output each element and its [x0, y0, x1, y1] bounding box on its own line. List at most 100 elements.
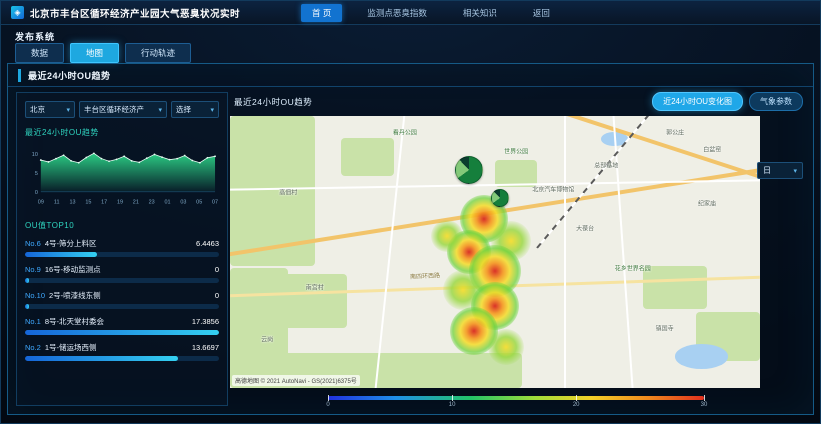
- top10-list: No.6 4号-筛分上料区 6.4463 No.916号-移动监测点0 No.102号-…: [25, 238, 219, 361]
- ou-value: 13.6697: [192, 343, 219, 352]
- time-unit-value: 日: [763, 165, 771, 176]
- app-logo-icon: ◈: [11, 6, 24, 19]
- rank-label: No.6: [25, 239, 41, 248]
- svg-text:11: 11: [54, 200, 60, 206]
- tab-0[interactable]: 数据: [15, 43, 64, 63]
- filter-value: 选择: [176, 104, 191, 115]
- value-bar: [25, 252, 219, 257]
- ou-value: 0: [215, 291, 219, 300]
- top10-row-4[interactable]: No.2 1号-储运场西侧 13.6697: [25, 342, 219, 361]
- filter-select-1[interactable]: 丰台区循环经济产▾: [79, 101, 167, 118]
- station-pie-marker[interactable]: [455, 156, 483, 184]
- map-place-label: 云岗: [261, 335, 273, 344]
- value-bar: [25, 330, 219, 335]
- filter-value: 北京: [30, 104, 45, 115]
- map-attribution: 高德地图 © 2021 AutoNavi - GS(2021)6375号: [232, 375, 360, 386]
- panel-header: 最近24小时OU趋势: [8, 64, 813, 87]
- map-place-label: 北京汽车博物馆: [532, 185, 574, 194]
- svg-text:5: 5: [35, 171, 38, 177]
- top10-title: OU值TOP10: [25, 220, 219, 231]
- tab-2[interactable]: 行动轨迹: [125, 43, 191, 63]
- map-button-0[interactable]: 近24小时OU变化图: [652, 92, 743, 111]
- rank-label: No.10: [25, 291, 45, 300]
- svg-text:10: 10: [32, 152, 38, 158]
- map-place-label: 看丹公园: [393, 128, 417, 137]
- chevron-down-icon: ▾: [210, 106, 214, 114]
- legend-tick-mark: [576, 395, 577, 401]
- time-unit-select[interactable]: 日 ▾: [757, 162, 803, 179]
- map-place-label: 高佃村: [279, 188, 297, 197]
- map-place-label: 南宫村: [306, 283, 324, 292]
- map-road: [564, 116, 566, 388]
- map-section-title: 最近24小时OU趋势: [234, 96, 312, 108]
- chevron-down-icon: ▾: [66, 106, 70, 114]
- ou-value: 6.4463: [196, 239, 219, 248]
- nav-item-2[interactable]: 相关知识: [452, 4, 508, 22]
- map-park-area: [341, 138, 394, 176]
- legend-tick-label: 20: [573, 402, 580, 408]
- value-bar: [25, 304, 219, 309]
- svg-text:15: 15: [85, 200, 91, 206]
- chevron-down-icon: ▾: [158, 106, 162, 114]
- value-bar: [25, 356, 219, 361]
- ou-value: 17.3856: [192, 317, 219, 326]
- svg-text:05: 05: [196, 200, 202, 206]
- map-canvas[interactable]: 看丹公园郭公庄世界公园白盆窑总部基地北京汽车博物馆纪家庙大葆台花乡世界名园镇国寺…: [230, 116, 760, 388]
- map-place-label: 总部基地: [594, 160, 618, 169]
- top10-row-2[interactable]: No.102号-喷漆线东侧0: [25, 290, 219, 309]
- map-place-label: 世界公园: [504, 147, 528, 156]
- left-panel: 北京▾丰台区循环经济产▾选择▾ 最近24小时OU趋势 1050091113151…: [16, 92, 228, 406]
- legend-tick-mark: [328, 395, 329, 401]
- chevron-down-icon: ▾: [793, 167, 797, 175]
- map-place-label: 大葆台: [576, 223, 594, 232]
- filter-select-0[interactable]: 北京 ▾: [25, 101, 75, 118]
- rank-label: No.1: [25, 317, 41, 326]
- map-road: [612, 116, 635, 388]
- legend-tick-mark: [452, 395, 453, 401]
- map-water-area: [675, 344, 728, 368]
- svg-text:21: 21: [133, 200, 139, 206]
- map-button-1[interactable]: 气象参数: [749, 92, 803, 111]
- top10-row-1[interactable]: No.916号-移动监测点0: [25, 264, 219, 283]
- rank-label: No.9: [25, 265, 41, 274]
- legend-tick-label: 30: [701, 402, 708, 408]
- svg-text:01: 01: [164, 200, 170, 206]
- station-pie-marker[interactable]: [491, 189, 509, 207]
- map-road-label: 南四环西路: [410, 270, 440, 281]
- ou-value: 0: [215, 265, 219, 274]
- station-name: 1号-储运场西侧: [45, 342, 188, 353]
- svg-text:13: 13: [69, 200, 75, 206]
- nav-item-0[interactable]: 首 页: [301, 4, 342, 22]
- rank-label: No.2: [25, 343, 41, 352]
- svg-text:17: 17: [101, 200, 107, 206]
- dashboard-root: ◈ 北京市丰台区循环经济产业园大气恶臭状况实时 首 页监测点恶臭指数相关知识返回…: [0, 0, 821, 424]
- map-buttons: 近24小时OU变化图气象参数: [652, 92, 803, 111]
- legend-gradient-bar: [328, 396, 704, 400]
- filter-select-2[interactable]: 选择 ▾: [171, 101, 219, 118]
- main-panel: 最近24小时OU趋势 北京▾丰台区循环经济产▾选择▾ 最近24小时OU趋势 10…: [7, 63, 814, 415]
- map-place-label: 郭公庄: [666, 128, 684, 137]
- top-bar: ◈ 北京市丰台区循环经济产业园大气恶臭状况实时 首 页监测点恶臭指数相关知识返回: [1, 1, 820, 25]
- legend-tick-label: 0: [326, 402, 329, 408]
- tab-1[interactable]: 地图: [70, 43, 119, 63]
- station-name: 8号-北天堂村委会: [45, 316, 188, 327]
- view-tabs: 数据地图行动轨迹: [15, 43, 191, 63]
- top10-row-3[interactable]: No.1 8号-北天堂村委会 17.3856: [25, 316, 219, 335]
- trend-chart-svg: 1050091113151719212301030507: [25, 141, 219, 211]
- legend-tick-mark: [704, 395, 705, 401]
- svg-text:03: 03: [180, 200, 186, 206]
- nav-item-3[interactable]: 返回: [522, 4, 561, 22]
- map-park-area: [643, 266, 707, 310]
- heatmap-blob: [431, 220, 463, 252]
- value-bar: [25, 278, 219, 283]
- svg-text:09: 09: [38, 200, 44, 206]
- station-name: 4号-筛分上料区: [45, 238, 192, 249]
- trend-chart-title: 最近24小时OU趋势: [25, 127, 219, 138]
- nav-item-1[interactable]: 监测点恶臭指数: [356, 4, 438, 22]
- map-place-label: 纪家庙: [698, 199, 716, 208]
- system-label: 发布系统: [15, 30, 55, 43]
- top10-row-0[interactable]: No.6 4号-筛分上料区 6.4463: [25, 238, 219, 257]
- svg-text:19: 19: [117, 200, 123, 206]
- map-place-label: 镇国寺: [656, 324, 674, 333]
- svg-text:23: 23: [149, 200, 155, 206]
